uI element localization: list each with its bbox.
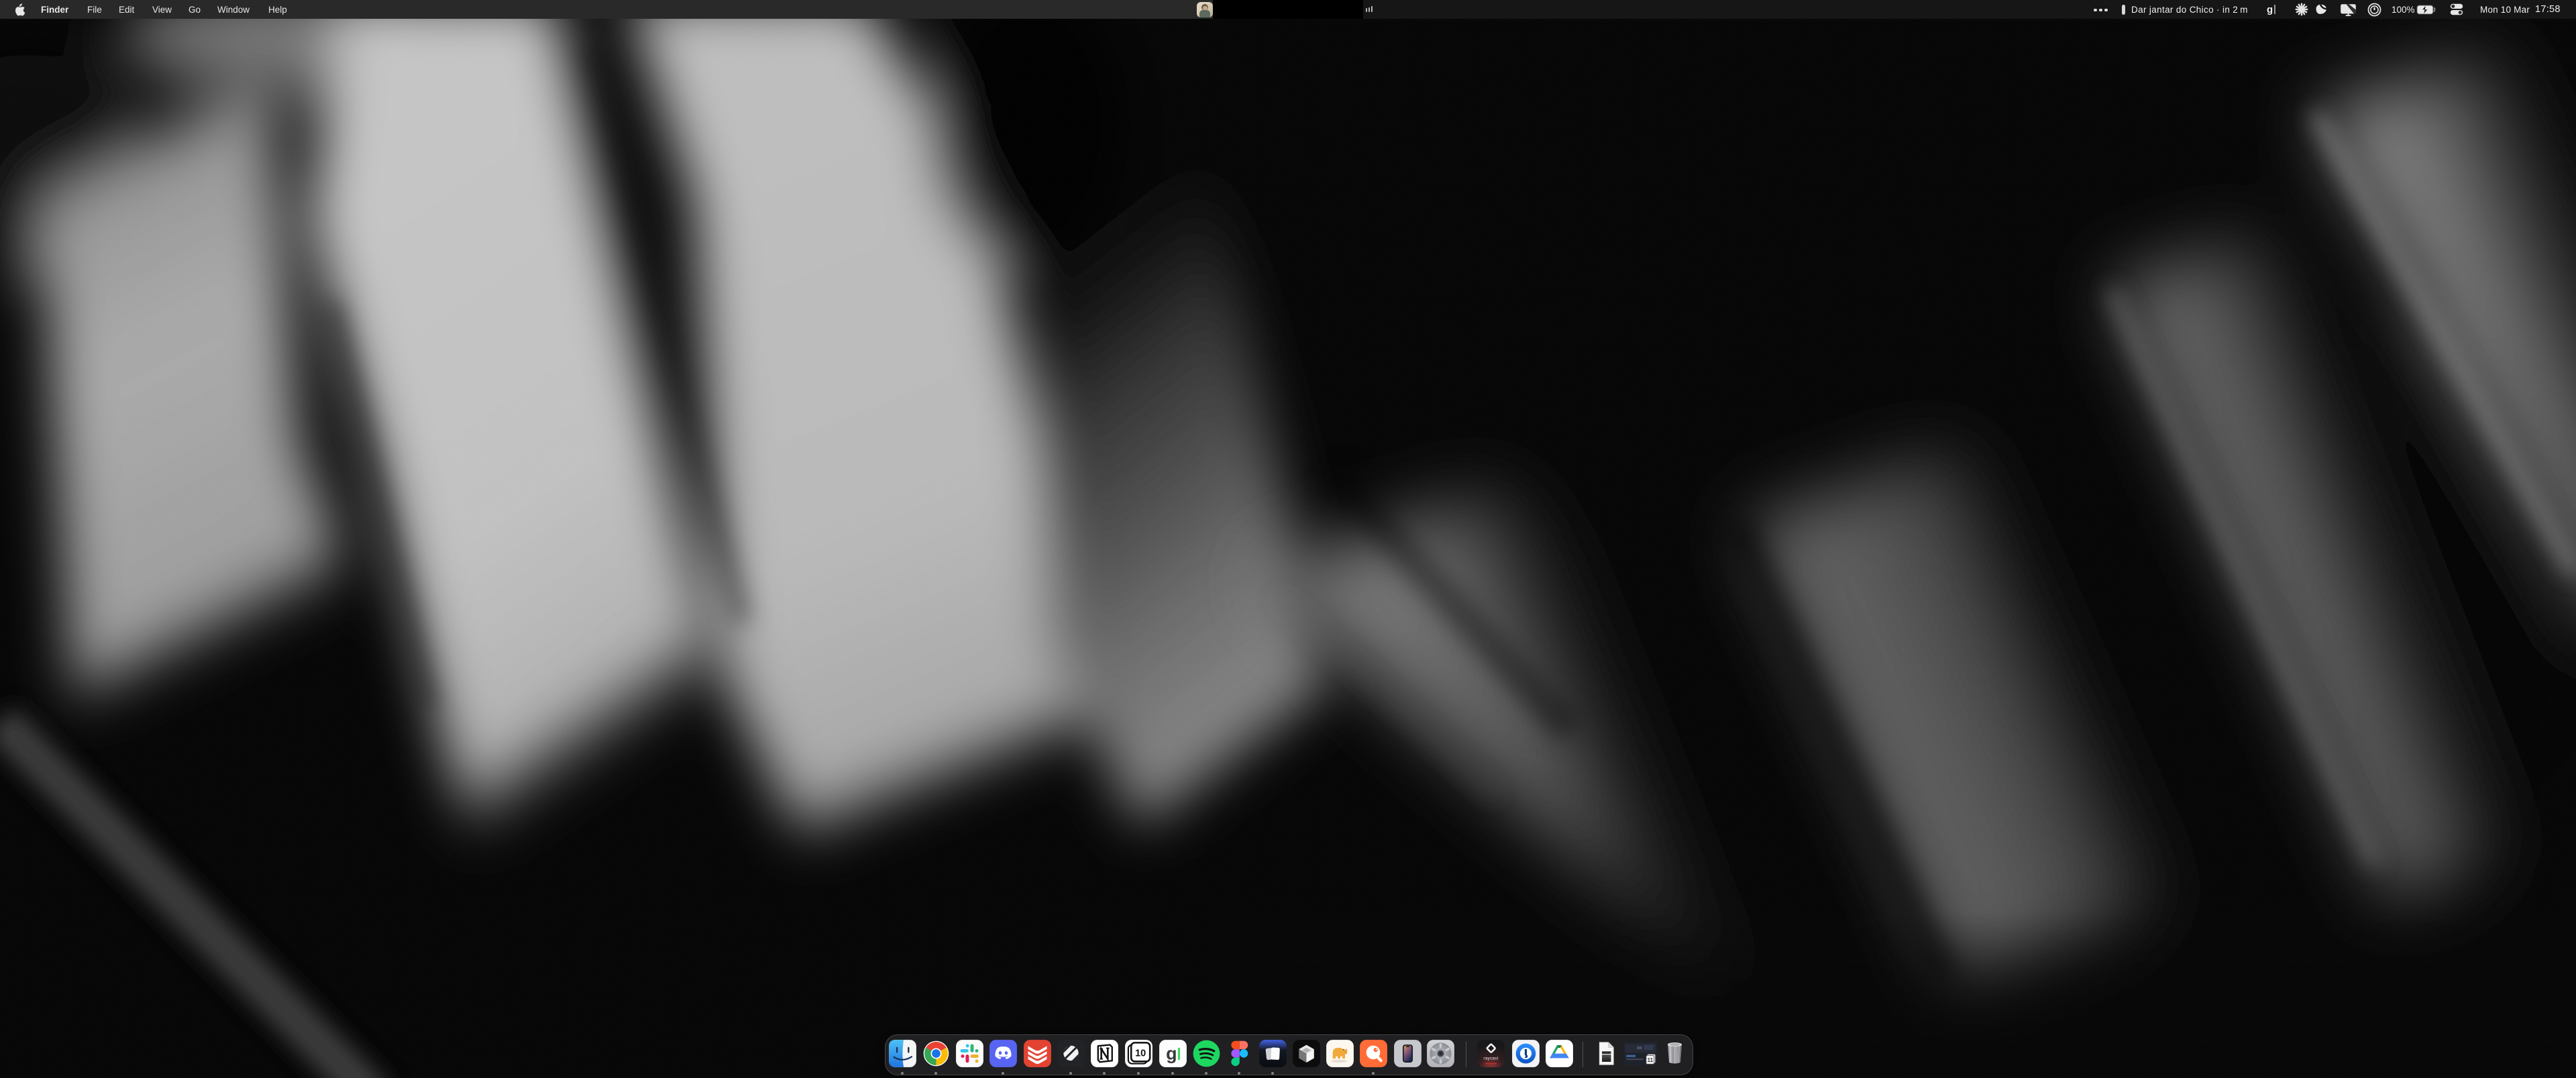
svg-text:10: 10	[1135, 1048, 1146, 1059]
svg-text:raycast: raycast	[1483, 1057, 1498, 1061]
svg-text:11: 11	[1647, 1057, 1653, 1063]
svg-text:g: g	[1166, 1044, 1177, 1064]
